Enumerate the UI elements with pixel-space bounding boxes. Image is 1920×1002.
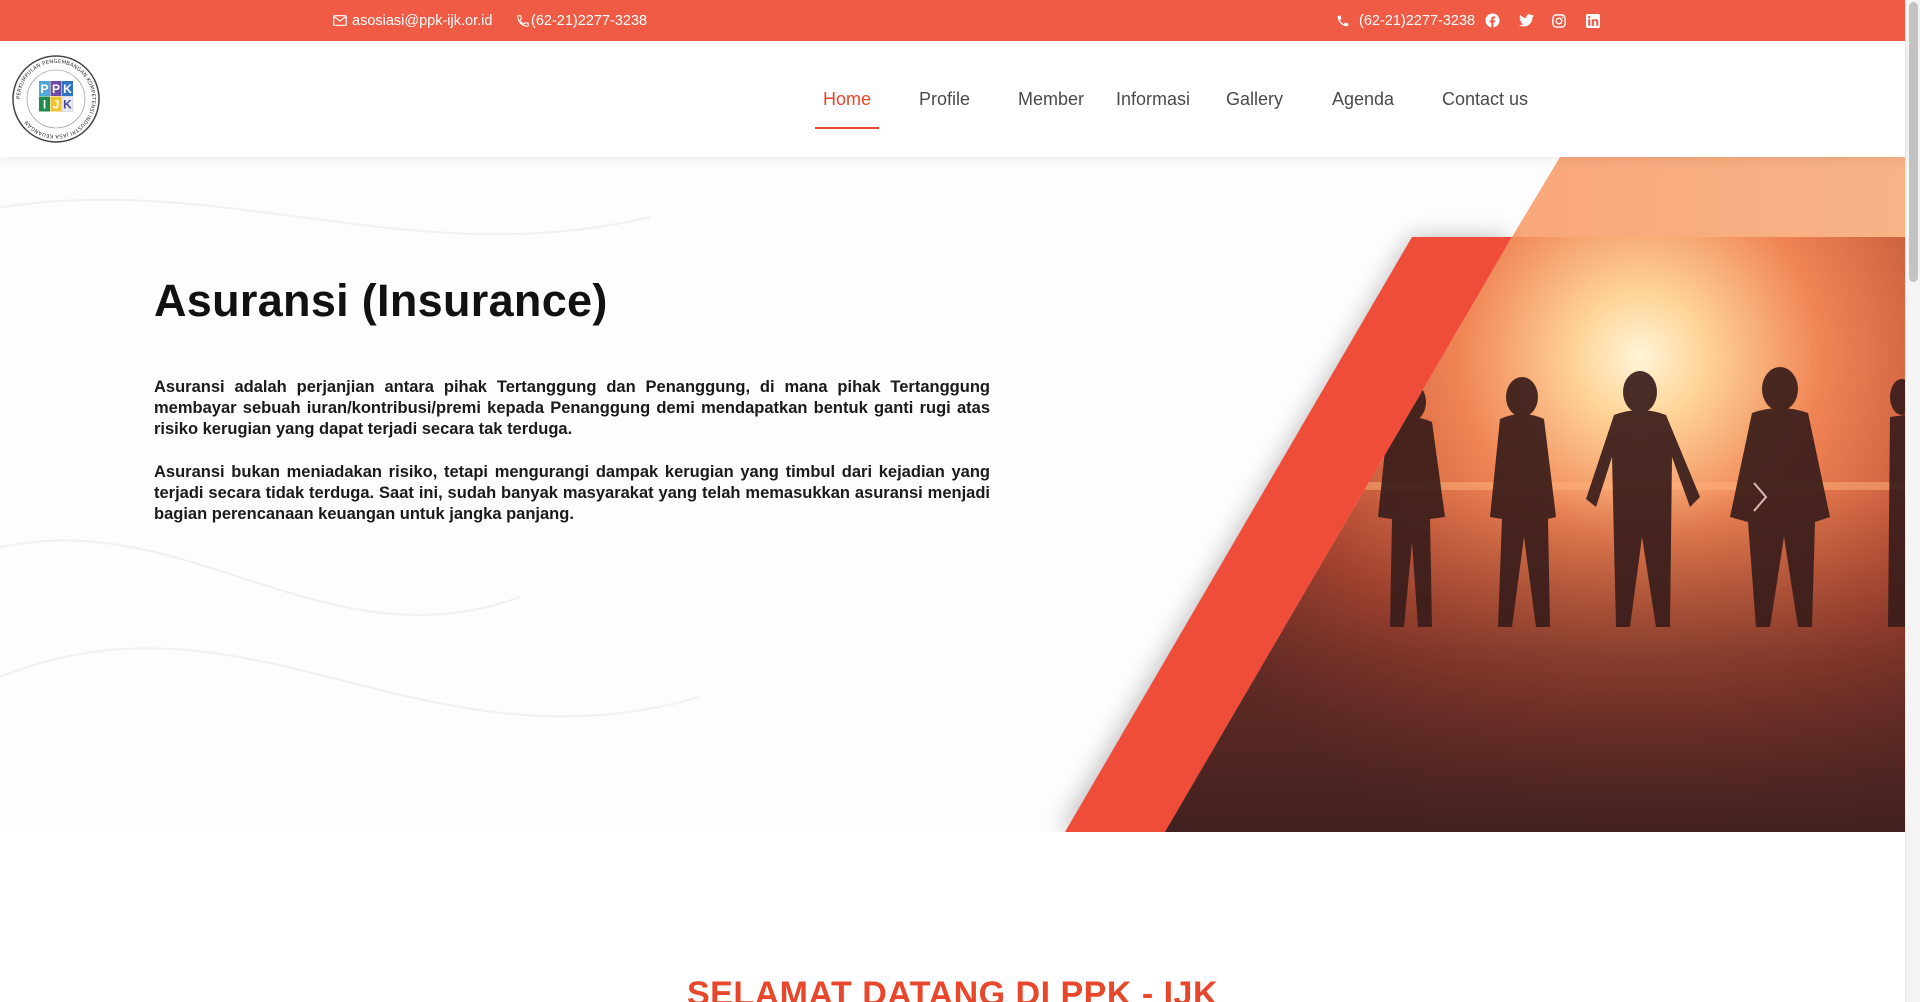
nav-member[interactable]: Member	[1018, 41, 1084, 157]
nav-agenda[interactable]: Agenda	[1332, 41, 1394, 157]
welcome-heading: SELAMAT DATANG DI PPK - IJK	[686, 975, 1219, 1002]
email-text: asosiasi@ppk-ijk.or.id	[352, 12, 493, 29]
phone-contact-left[interactable]: (62-21)2277-3238	[516, 0, 647, 41]
chevron-right-icon	[1753, 482, 1768, 512]
site-header: PERKUMPULAN PENGEMBANGAN KOMPETENSI INDU…	[0, 41, 1905, 157]
hero-paragraph-2: Asuransi bukan meniadakan risiko, tetapi…	[154, 463, 990, 523]
nav-informasi[interactable]: Informasi	[1116, 41, 1190, 157]
phone-contact-right[interactable]: (62-21)2277-3238	[1336, 0, 1475, 41]
hero-slider: Asuransi (Insurance) Asuransi adalah per…	[0, 157, 1905, 832]
social-links	[1484, 0, 1500, 41]
nav-gallery[interactable]: Gallery	[1226, 41, 1283, 157]
logo-letter: P	[40, 82, 48, 96]
logo-letter: K	[63, 98, 72, 112]
social-linkedin-wrap	[1585, 0, 1601, 41]
slider-next-arrow[interactable]	[1748, 479, 1772, 515]
instagram-icon[interactable]	[1551, 13, 1567, 29]
logo-letter: K	[63, 82, 72, 96]
page-scrollbar[interactable]	[1905, 0, 1920, 1002]
facebook-icon[interactable]	[1484, 13, 1500, 29]
twitter-icon[interactable]	[1518, 13, 1534, 29]
phone-icon	[517, 14, 529, 27]
hero-title: Asuransi (Insurance)	[154, 275, 608, 326]
logo-letter: I	[43, 98, 46, 112]
hero-paragraph-1: Asuransi adalah perjanjian antara pihak …	[154, 378, 990, 438]
social-instagram-wrap	[1551, 0, 1567, 41]
top-contact-bar: asosiasi@ppk-ijk.or.id (62-21)2277-3238 …	[0, 0, 1905, 41]
logo-letter: J	[53, 98, 60, 112]
nav-contact-us[interactable]: Contact us	[1442, 41, 1528, 157]
scrollbar-thumb[interactable]	[1909, 2, 1918, 282]
email-contact[interactable]: asosiasi@ppk-ijk.or.id	[333, 0, 492, 41]
phone-text-left: (62-21)2277-3238	[531, 12, 648, 29]
active-nav-underline	[815, 127, 879, 129]
phone-icon	[1337, 15, 1349, 26]
nav-home[interactable]: Home	[823, 41, 871, 157]
phone-text-right: (62-21)2277-3238	[1359, 12, 1476, 29]
logo-letter: P	[52, 82, 60, 96]
linkedin-icon[interactable]	[1585, 13, 1601, 29]
ppk-ijk-logo[interactable]: PERKUMPULAN PENGEMBANGAN KOMPETENSI INDU…	[10, 53, 102, 145]
social-twitter-wrap	[1518, 0, 1534, 41]
envelope-icon	[333, 15, 347, 26]
nav-profile[interactable]: Profile	[919, 41, 970, 157]
